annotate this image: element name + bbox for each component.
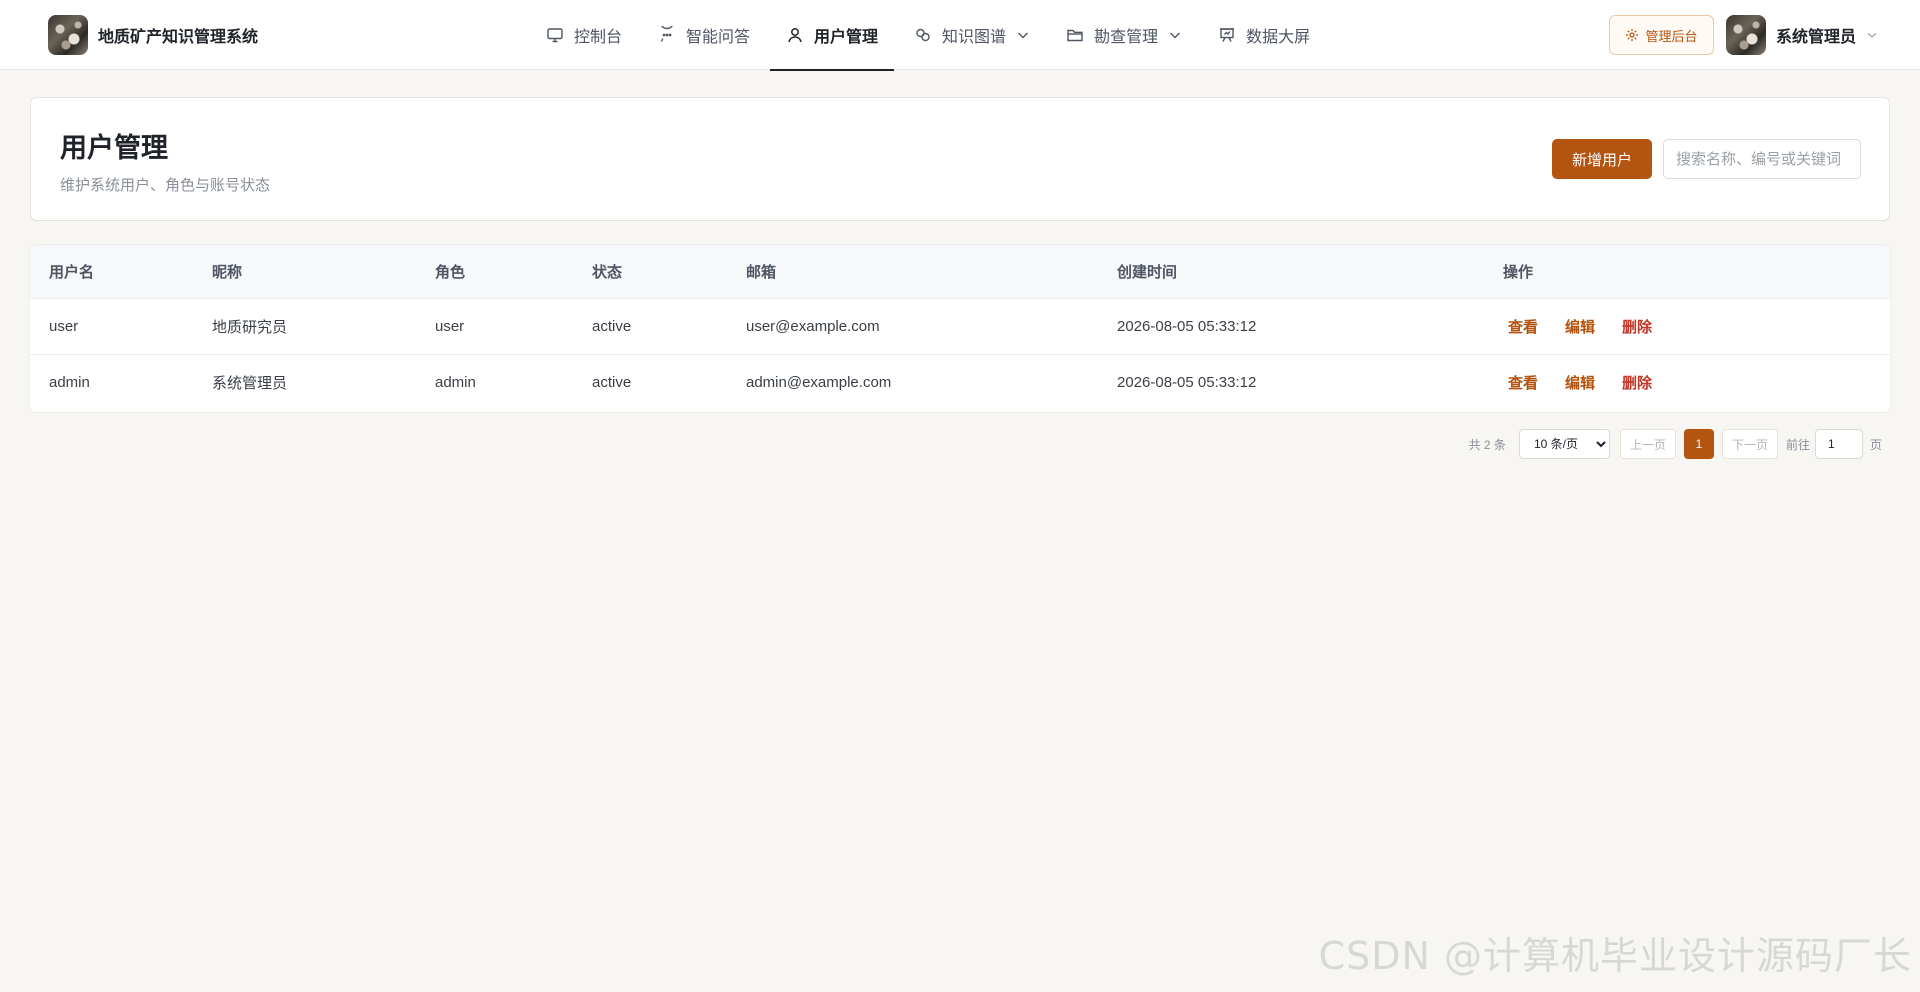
user-table: 用户名 昵称 角色 状态 邮箱 创建时间 操作 user 地质研究员 user … [30, 245, 1890, 410]
user-menu[interactable]: 系统管理员 [1726, 14, 1878, 56]
nav-item-qa[interactable]: 智能问答 [642, 0, 766, 70]
nav-item-label: 知识图谱 [942, 29, 1007, 46]
page-header-card: 用户管理 维护系统用户、角色与账号状态 新增用户 [30, 97, 1890, 221]
cell-nickname: 地质研究员 [212, 318, 288, 336]
column-header-username: 用户名 [49, 263, 95, 281]
app-title: 地质矿产知识管理系统 [98, 29, 259, 46]
column-header-status: 状态 [592, 263, 623, 281]
nav-item-data-screen[interactable]: 数据大屏 [1202, 0, 1326, 70]
top-navigation-bar: 地质矿产知识管理系统 控制台 智能问答 用户管理 知识图谱 勘查管理 数据大屏 … [0, 0, 1920, 71]
table-header-row: 用户名 昵称 角色 状态 邮箱 创建时间 操作 [30, 245, 1890, 298]
chevron-down-icon [1016, 28, 1030, 42]
cell-status: active [592, 373, 632, 391]
table-row: admin 系统管理员 admin active admin@example.c… [30, 354, 1890, 410]
nav-item-label: 智能问答 [686, 29, 751, 46]
nav-item-label: 控制台 [574, 29, 623, 46]
cell-actions: 查看 编辑 删除 [1484, 298, 1890, 354]
cell-email: admin@example.com [746, 373, 892, 391]
column-header-role: 角色 [435, 263, 466, 281]
nav-item-label: 勘查管理 [1094, 29, 1159, 46]
admin-console-label: 管理后台 [1645, 28, 1698, 44]
delete-button[interactable]: 删除 [1622, 316, 1652, 337]
page-subtitle: 维护系统用户、角色与账号状态 [60, 177, 271, 194]
cell-role: admin [435, 373, 476, 391]
page-number-current[interactable]: 1 [1683, 429, 1714, 459]
main-nav: 控制台 智能问答 用户管理 知识图谱 勘查管理 数据大屏 [530, 0, 1330, 71]
brand[interactable]: 地质矿产知识管理系统 [48, 14, 258, 56]
page-size-select[interactable]: 10 条/页 [1518, 429, 1610, 459]
total-count: 共 2 条 [1468, 437, 1506, 452]
admin-console-button[interactable]: 管理后台 [1609, 15, 1714, 55]
avatar [1726, 15, 1766, 55]
column-header-actions: 操作 [1503, 263, 1534, 281]
add-user-button[interactable]: 新增用户 [1552, 139, 1652, 179]
cell-created: 2026-08-05 05:33:12 [1117, 373, 1257, 391]
chat-icon [658, 26, 676, 44]
edit-button[interactable]: 编辑 [1565, 316, 1595, 337]
chevron-down-icon [1866, 29, 1878, 41]
graph-icon [914, 26, 932, 44]
goto-page-input[interactable] [1814, 429, 1863, 459]
column-header-nickname: 昵称 [212, 263, 243, 281]
page-title: 用户管理 [60, 133, 168, 163]
column-header-created: 创建时间 [1117, 263, 1178, 281]
gear-icon [1625, 28, 1639, 42]
user-table-card: 用户名 昵称 角色 状态 邮箱 创建时间 操作 user 地质研究员 user … [30, 245, 1890, 412]
view-button[interactable]: 查看 [1508, 372, 1538, 393]
nav-item-label: 用户管理 [814, 29, 879, 46]
pagination: 共 2 条 10 条/页 上一页 1 下一页 前往 页 [1469, 429, 1882, 459]
cell-created: 2026-08-05 05:33:12 [1117, 317, 1257, 335]
view-button[interactable]: 查看 [1508, 316, 1538, 337]
nav-item-exploration[interactable]: 勘查管理 [1050, 0, 1198, 70]
column-header-email: 邮箱 [746, 263, 777, 281]
table-row: user 地质研究员 user active user@example.com … [30, 298, 1890, 354]
chevron-down-icon [1168, 28, 1182, 42]
app-logo [48, 15, 88, 55]
nav-item-user-management[interactable]: 用户管理 [770, 0, 895, 71]
user-name: 系统管理员 [1776, 29, 1857, 46]
cell-username: admin [49, 373, 90, 391]
nav-item-dashboard[interactable]: 控制台 [530, 0, 638, 70]
goto-label: 前往 [1785, 437, 1810, 452]
user-icon [786, 26, 804, 44]
edit-button[interactable]: 编辑 [1565, 372, 1595, 393]
cell-nickname: 系统管理员 [212, 374, 288, 392]
cell-actions: 查看 编辑 删除 [1484, 354, 1890, 410]
next-page-button[interactable]: 下一页 [1721, 429, 1778, 459]
cell-username: user [49, 317, 79, 335]
monitor-icon [546, 26, 564, 44]
search-input[interactable] [1663, 139, 1861, 179]
page-suffix: 页 [1869, 437, 1882, 452]
folder-icon [1066, 26, 1084, 44]
cell-status: active [592, 317, 632, 335]
nav-item-label: 数据大屏 [1246, 29, 1311, 46]
delete-button[interactable]: 删除 [1622, 372, 1652, 393]
presentation-icon [1218, 26, 1236, 44]
prev-page-button[interactable]: 上一页 [1619, 429, 1676, 459]
nav-item-knowledge-graph[interactable]: 知识图谱 [898, 0, 1046, 70]
watermark: CSDN @计算机毕业设计源码厂长 [1318, 934, 1912, 978]
cell-email: user@example.com [746, 317, 880, 335]
cell-role: user [435, 317, 465, 335]
